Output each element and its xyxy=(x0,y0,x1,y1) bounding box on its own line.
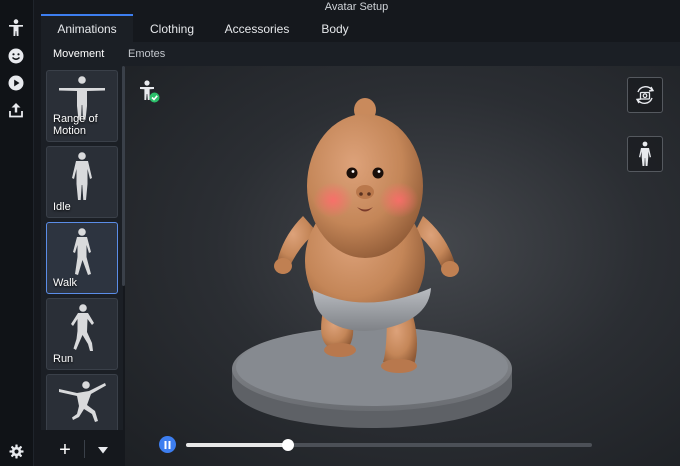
walk-figure-icon xyxy=(73,228,91,275)
add-label: + xyxy=(59,439,71,461)
playback-scrubber[interactable] xyxy=(281,439,294,451)
control-divider xyxy=(84,440,85,458)
idle-figure-icon xyxy=(72,152,92,200)
pause-button[interactable] xyxy=(159,436,176,453)
playback-timeline[interactable] xyxy=(186,439,592,451)
animation-label: Run xyxy=(53,353,74,365)
animation-card-walk[interactable]: Walk xyxy=(46,222,118,294)
tab-body[interactable]: Body xyxy=(303,16,367,42)
tab-accessories[interactable]: Accessories xyxy=(211,16,303,42)
turntable-platform xyxy=(232,327,512,428)
sub-tabs: Movement Emotes xyxy=(41,42,680,66)
playback-progress xyxy=(186,443,288,447)
play-rail-button[interactable] xyxy=(6,73,26,93)
avatar-icon xyxy=(9,19,23,36)
tab-animations[interactable]: Animations xyxy=(41,14,133,42)
top-tabs: Animations Clothing Accessories Body xyxy=(33,14,680,42)
avatar-viewport[interactable] xyxy=(125,66,680,466)
animation-list: Range of Motion Idle Walk Run xyxy=(41,66,123,430)
animation-label: Range of Motion xyxy=(53,113,98,137)
tab-label: Body xyxy=(321,22,349,36)
gear-icon xyxy=(8,443,24,459)
tab-label: Animations xyxy=(57,22,117,36)
chevron-down-icon xyxy=(98,446,108,453)
play-circle-icon xyxy=(8,75,24,91)
run-figure-icon xyxy=(71,304,94,351)
settings-button[interactable] xyxy=(6,441,26,461)
subtab-movement[interactable]: Movement xyxy=(53,42,104,66)
window-title: Avatar Setup xyxy=(324,1,389,13)
list-controls: + xyxy=(41,430,125,466)
animation-label: Idle xyxy=(53,201,71,213)
add-animation-button[interactable]: + xyxy=(53,438,77,462)
avatar-scene xyxy=(232,98,512,428)
animation-card-idle[interactable]: Idle xyxy=(46,146,118,218)
tab-label: Accessories xyxy=(224,22,290,36)
emote-rail-button[interactable] xyxy=(6,46,26,66)
tab-label: Clothing xyxy=(149,22,195,36)
jump-figure-icon xyxy=(59,381,106,422)
animation-card-range-of-motion[interactable]: Range of Motion xyxy=(46,70,118,142)
smile-icon xyxy=(8,48,24,64)
pause-icon xyxy=(164,440,171,449)
more-options-button[interactable] xyxy=(91,438,115,462)
tab-clothing[interactable]: Clothing xyxy=(133,16,211,42)
avatar-rail-button[interactable] xyxy=(6,18,26,38)
upload-rail-button[interactable] xyxy=(6,100,26,120)
animation-label: Walk xyxy=(53,277,78,289)
animation-card-jump[interactable] xyxy=(46,374,118,430)
upload-icon xyxy=(9,103,23,118)
subtab-emotes[interactable]: Emotes xyxy=(128,42,165,66)
animation-card-run[interactable]: Run xyxy=(46,298,118,370)
left-rail xyxy=(0,0,34,466)
